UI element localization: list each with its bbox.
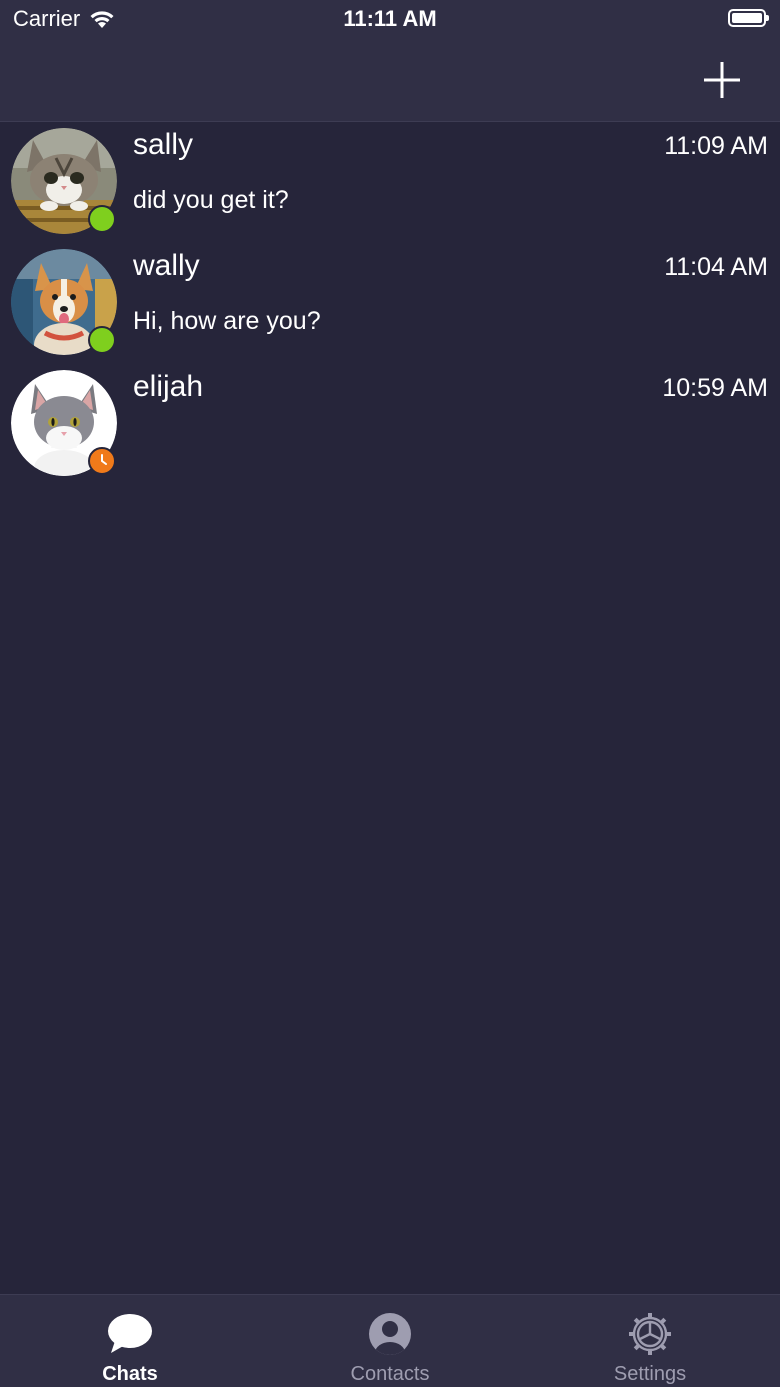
clock-icon: [101, 454, 107, 465]
chat-row-wally[interactable]: wally 11:04 AM Hi, how are you?: [0, 243, 780, 364]
message-time: 11:09 AM: [664, 132, 768, 160]
navigation-bar: Carrier 11:11 AM: [0, 0, 780, 122]
contact-name: sally: [133, 128, 194, 161]
status-time: 11:11 AM: [343, 6, 437, 31]
tab-contacts[interactable]: Contacts: [310, 1295, 470, 1387]
gear-icon: [629, 1313, 671, 1355]
online-status-indicator: [88, 205, 116, 233]
message-time: 10:59 AM: [662, 374, 768, 402]
away-status-indicator: [88, 447, 116, 475]
online-status-indicator: [88, 326, 116, 354]
tab-label: Settings: [613, 1363, 687, 1385]
contact-name: wally: [133, 249, 200, 282]
new-chat-button[interactable]: [700, 58, 744, 102]
chat-list: sally 11:09 AM did you get it? wally 11:…: [0, 122, 780, 485]
message-time: 11:04 AM: [664, 253, 768, 281]
message-preview: did you get it?: [133, 186, 289, 214]
tab-chats[interactable]: Chats: [50, 1295, 210, 1387]
tab-label: Contacts: [350, 1363, 430, 1385]
chat-row-elijah[interactable]: elijah 10:59 AM: [0, 364, 780, 485]
avatar: [11, 128, 117, 234]
message-preview: Hi, how are you?: [133, 307, 321, 335]
person-circle-icon: [369, 1313, 411, 1355]
avatar: [11, 249, 117, 355]
tab-label: Chats: [102, 1363, 158, 1385]
battery-icon: [728, 9, 769, 27]
avatar: [11, 370, 117, 476]
chat-row-sally[interactable]: sally 11:09 AM did you get it?: [0, 122, 780, 243]
chat-bubble-icon: [108, 1314, 152, 1353]
tab-bar: Chats Contacts Settings: [0, 1294, 780, 1387]
tab-settings[interactable]: Settings: [570, 1295, 730, 1387]
plus-icon: [704, 62, 740, 98]
contact-name: elijah: [133, 370, 204, 403]
chat-list-screen: Carrier 11:11 AM sally 11:09 AM did you …: [0, 0, 780, 1387]
